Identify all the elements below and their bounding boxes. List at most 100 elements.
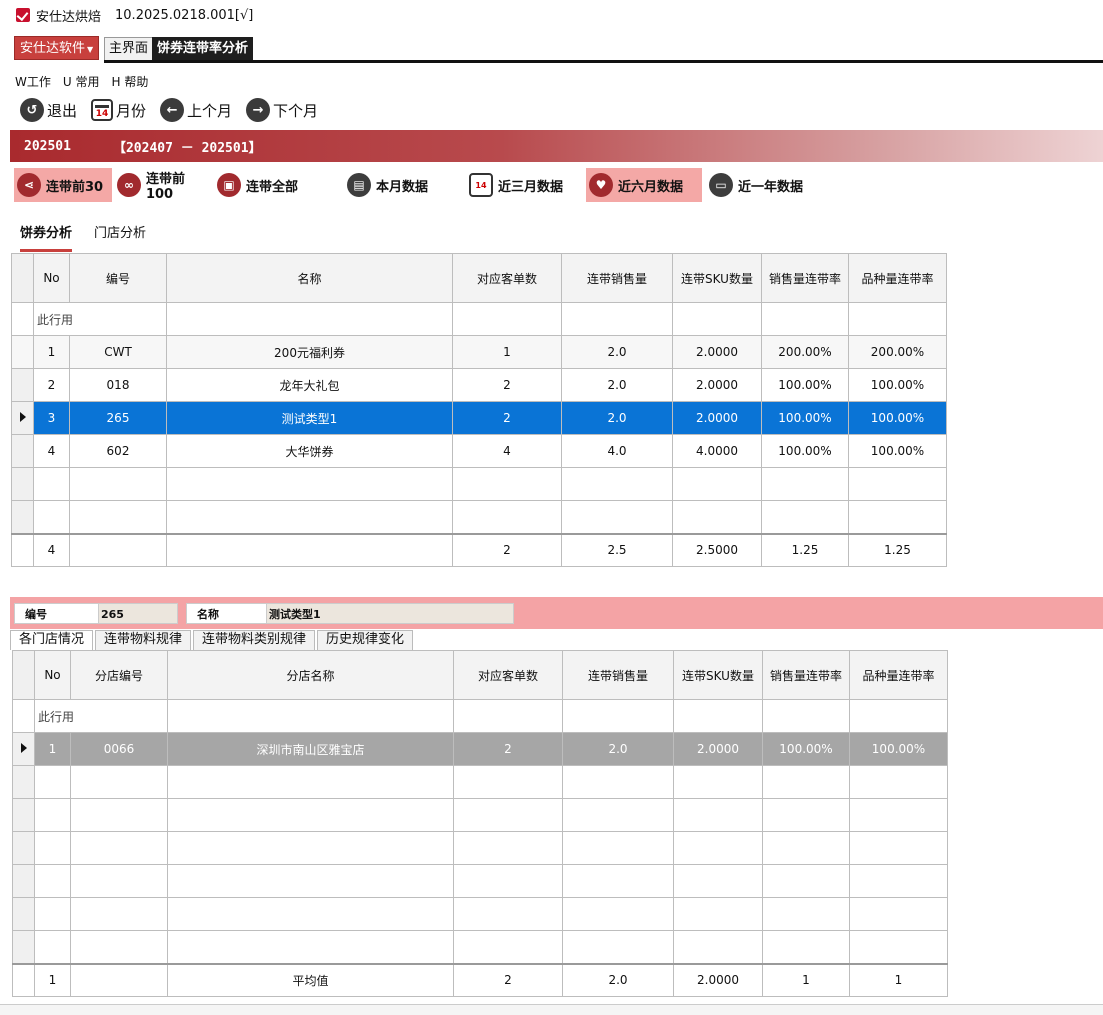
cell-sku[interactable]: 4.0000 [672, 434, 762, 468]
filter-cell[interactable] [166, 302, 453, 336]
filter-cell[interactable] [453, 699, 563, 733]
cell-orders[interactable]: 2 [452, 368, 562, 402]
cell-qty[interactable]: 2.0 [562, 732, 674, 766]
next-month-button[interactable]: → 下个月 [246, 98, 318, 122]
cell-qty-rate[interactable]: 200.00% [761, 335, 849, 369]
cell-sku[interactable]: 2.0000 [672, 401, 762, 435]
tab-stores[interactable]: 各门店情况 [10, 630, 94, 650]
table-row[interactable]: 4 602 大华饼券 4 4.0 4.0000 100.00% 100.00% [11, 434, 947, 468]
filter-hint[interactable]: 此行用 [33, 302, 167, 336]
column-header[interactable]: No [34, 650, 71, 700]
column-header[interactable]: 名称 [166, 253, 453, 303]
cell-no[interactable]: 1 [34, 732, 71, 766]
cell-name[interactable]: 200元福利券 [166, 335, 453, 369]
filter-cell[interactable] [167, 699, 454, 733]
column-header[interactable]: No [33, 253, 70, 303]
filter-cell[interactable] [849, 699, 948, 733]
cell-sku[interactable]: 2.0000 [673, 732, 763, 766]
filter-cell[interactable] [452, 302, 562, 336]
cell-qty[interactable]: 2.0 [561, 368, 673, 402]
table-row-selected[interactable]: 3 265 测试类型1 2 2.0 2.0000 100.00% 100.00% [11, 401, 947, 435]
column-header[interactable]: 分店名称 [167, 650, 454, 700]
column-header[interactable]: 销售量连带率 [761, 253, 849, 303]
table-row-selected[interactable]: 1 0066 深圳市南山区雅宝店 2 2.0 2.0000 100.00% 10… [12, 732, 948, 766]
column-header[interactable]: 分店编号 [70, 650, 168, 700]
filter-cell[interactable] [672, 302, 762, 336]
cell-orders[interactable]: 2 [453, 732, 563, 766]
cell-sku-rate[interactable]: 200.00% [848, 335, 947, 369]
cell-orders[interactable]: 2 [452, 401, 562, 435]
cell-sku[interactable]: 2.0000 [672, 335, 762, 369]
tab-coupon-analysis[interactable]: 饼券连带率分析 [152, 37, 254, 61]
cell-name[interactable]: 龙年大礼包 [166, 368, 453, 402]
filter-hint[interactable]: 此行用 [34, 699, 168, 733]
cell-code[interactable]: 018 [69, 368, 167, 402]
cell-qty[interactable]: 2.0 [561, 401, 673, 435]
menu-help[interactable]: H 帮助 [111, 73, 148, 90]
cell-sku-rate[interactable]: 100.00% [849, 732, 948, 766]
column-header[interactable]: 对应客单数 [452, 253, 562, 303]
tab-history[interactable]: 历史规律变化 [317, 630, 414, 650]
cell-sku-rate[interactable]: 100.00% [848, 401, 947, 435]
column-header[interactable]: 连带销售量 [562, 650, 674, 700]
cell-orders[interactable]: 1 [452, 335, 562, 369]
column-header[interactable]: 连带销售量 [561, 253, 673, 303]
tab-linked-items[interactable]: 连带物料规律 [95, 630, 192, 650]
cell-qty[interactable]: 4.0 [561, 434, 673, 468]
filter-cell[interactable] [762, 699, 850, 733]
filter-top100-button[interactable]: ∞ 连带前100 [114, 168, 212, 202]
filter-all-button[interactable]: ▣ 连带全部 [214, 168, 312, 202]
share-icon: ⋖ [17, 173, 41, 197]
cell-qty[interactable]: 2.0 [561, 335, 673, 369]
cell-no[interactable]: 1 [33, 335, 70, 369]
filter-top30-button[interactable]: ⋖ 连带前30 [14, 168, 112, 202]
cell-name[interactable]: 测试类型1 [166, 401, 453, 435]
cell-name[interactable]: 大华饼券 [166, 434, 453, 468]
tab-linked-categories[interactable]: 连带物料类别规律 [193, 630, 316, 650]
cell-qty-rate[interactable]: 100.00% [761, 368, 849, 402]
cell-code[interactable]: 265 [69, 401, 167, 435]
tab-store[interactable]: 门店分析 [94, 222, 146, 252]
cell-no[interactable]: 3 [33, 401, 70, 435]
filter-cell[interactable] [561, 302, 673, 336]
tab-home[interactable]: 主界面 [104, 37, 154, 61]
exit-button[interactable]: ↺ 退出 [20, 98, 77, 122]
filter-cell[interactable] [761, 302, 849, 336]
filter-cell[interactable] [848, 302, 947, 336]
prev-month-button[interactable]: ← 上个月 [160, 98, 232, 122]
filter-cell[interactable] [562, 699, 674, 733]
column-header[interactable]: 连带SKU数量 [673, 650, 763, 700]
filter-3months-button[interactable]: 14 近三月数据 [466, 168, 578, 202]
cell-code[interactable]: CWT [69, 335, 167, 369]
cell-sku-rate[interactable]: 100.00% [848, 368, 947, 402]
filter-1year-button[interactable]: ▭ 近一年数据 [706, 168, 822, 202]
cell-qty-rate[interactable]: 100.00% [761, 434, 849, 468]
cell-qty-rate[interactable]: 100.00% [762, 732, 850, 766]
column-header[interactable]: 品种量连带率 [848, 253, 947, 303]
cell-orders[interactable]: 4 [452, 434, 562, 468]
cell-code[interactable]: 602 [69, 434, 167, 468]
cell-store-name[interactable]: 深圳市南山区雅宝店 [167, 732, 454, 766]
column-header[interactable]: 连带SKU数量 [672, 253, 762, 303]
cell-store-code[interactable]: 0066 [70, 732, 168, 766]
filter-6months-button[interactable]: ♥ 近六月数据 [586, 168, 702, 202]
table-row[interactable]: 2 018 龙年大礼包 2 2.0 2.0000 100.00% 100.00% [11, 368, 947, 402]
month-button[interactable]: 14 月份 [91, 99, 146, 121]
column-header[interactable]: 编号 [69, 253, 167, 303]
filter-this-month-button[interactable]: ▤ 本月数据 [344, 168, 454, 202]
column-header[interactable]: 对应客单数 [453, 650, 563, 700]
menu-common[interactable]: U 常用 [63, 73, 100, 90]
cell-no[interactable]: 4 [33, 434, 70, 468]
column-header[interactable]: 品种量连带率 [849, 650, 948, 700]
cell-sku[interactable]: 2.0000 [672, 368, 762, 402]
exit-label: 退出 [47, 101, 78, 120]
table-row[interactable]: 1 CWT 200元福利券 1 2.0 2.0000 200.00% 200.0… [11, 335, 947, 369]
cell-no[interactable]: 2 [33, 368, 70, 402]
cell-qty-rate[interactable]: 100.00% [761, 401, 849, 435]
tab-coupon[interactable]: 饼券分析 [20, 222, 73, 252]
cell-sku-rate[interactable]: 100.00% [848, 434, 947, 468]
filter-cell[interactable] [673, 699, 763, 733]
column-header[interactable]: 销售量连带率 [762, 650, 850, 700]
menu-work[interactable]: W工作 [15, 73, 51, 90]
brand-menu-button[interactable]: 安仕达软件 ▼ [14, 36, 100, 60]
